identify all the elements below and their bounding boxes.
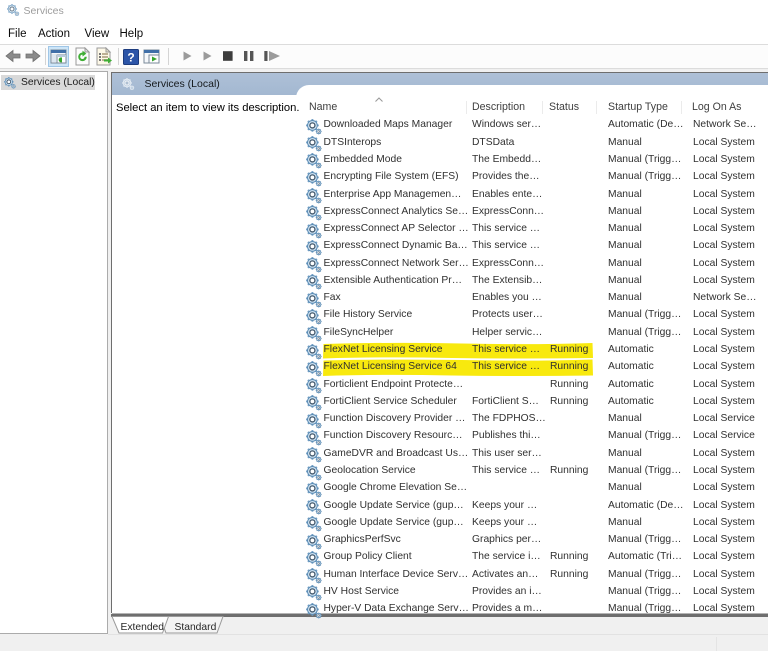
svg-text:?: ? (127, 51, 134, 65)
svg-text:Extended: Extended (121, 622, 165, 633)
svg-text:Standard: Standard (175, 622, 217, 633)
